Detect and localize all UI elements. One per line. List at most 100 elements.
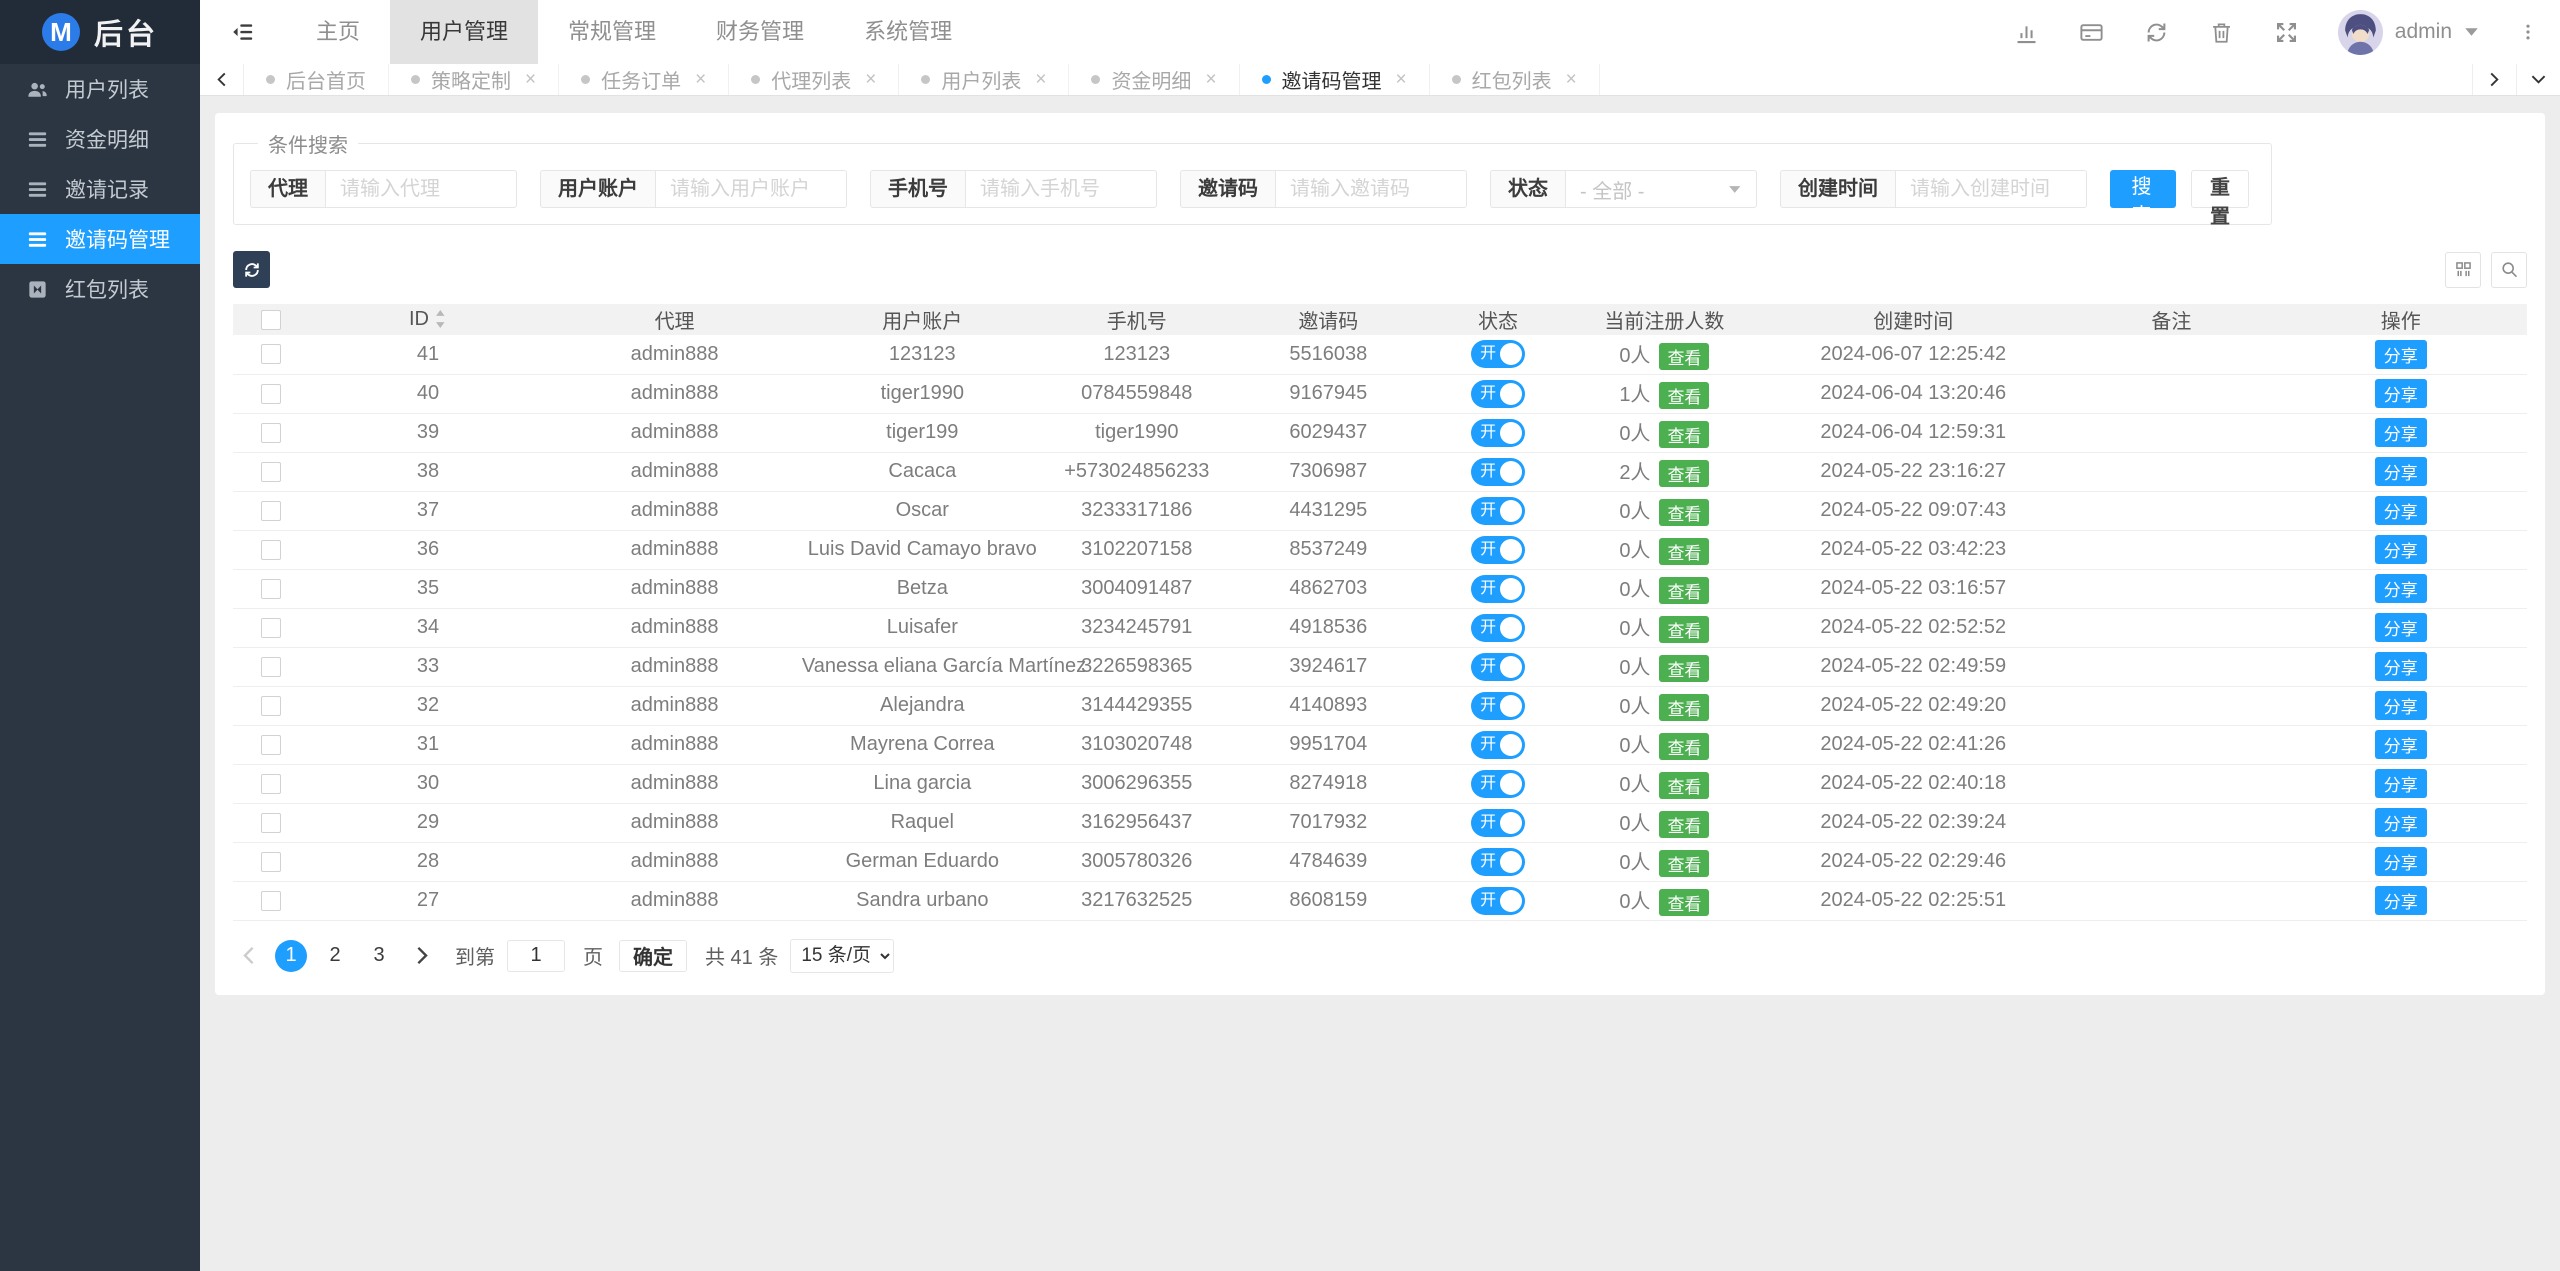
trash-icon[interactable] [2208,19,2235,46]
row-checkbox[interactable] [261,891,281,911]
status-toggle[interactable]: 开 [1471,731,1525,759]
view-registered-button[interactable]: 查看 [1659,655,1709,682]
sidebar-item-0[interactable]: 用户列表 [0,64,200,114]
share-button[interactable]: 分享 [2375,496,2427,525]
view-registered-button[interactable]: 查看 [1659,460,1709,487]
kebab-menu-icon[interactable] [2518,19,2538,45]
avatar[interactable] [2338,10,2383,55]
status-toggle[interactable]: 开 [1471,692,1525,720]
status-toggle[interactable]: 开 [1471,458,1525,486]
agent-input[interactable] [325,170,517,208]
row-checkbox[interactable] [261,540,281,560]
view-registered-button[interactable]: 查看 [1659,772,1709,799]
view-registered-button[interactable]: 查看 [1659,382,1709,409]
phone-input[interactable] [965,170,1157,208]
share-button[interactable]: 分享 [2375,340,2427,369]
row-checkbox[interactable] [261,579,281,599]
row-checkbox[interactable] [261,657,281,677]
status-toggle[interactable]: 开 [1471,653,1525,681]
tabs-scroll-left-button[interactable] [200,64,244,95]
share-button[interactable]: 分享 [2375,535,2427,564]
tab-5[interactable]: 资金明细× [1069,64,1239,95]
row-checkbox[interactable] [261,735,281,755]
reset-button[interactable]: 重置 [2191,170,2249,208]
status-toggle[interactable]: 开 [1471,575,1525,603]
tab-close-icon[interactable]: × [1035,69,1046,91]
row-checkbox[interactable] [261,501,281,521]
page-2-button[interactable]: 2 [319,940,351,972]
status-toggle[interactable]: 开 [1471,614,1525,642]
row-checkbox[interactable] [261,384,281,404]
share-button[interactable]: 分享 [2375,769,2427,798]
select-all-checkbox[interactable] [261,310,281,330]
tab-6[interactable]: 邀请码管理× [1240,64,1430,95]
share-button[interactable]: 分享 [2375,652,2427,681]
share-button[interactable]: 分享 [2375,379,2427,408]
fullscreen-icon[interactable] [2273,19,2300,46]
prev-page-button[interactable] [233,940,263,972]
share-button[interactable]: 分享 [2375,457,2427,486]
tab-2[interactable]: 任务订单× [559,64,729,95]
share-button[interactable]: 分享 [2375,886,2427,915]
sort-icon[interactable] [435,310,447,328]
view-registered-button[interactable]: 查看 [1659,850,1709,877]
create-time-input[interactable] [1895,170,2087,208]
tab-close-icon[interactable]: × [865,69,876,91]
row-checkbox[interactable] [261,774,281,794]
row-checkbox[interactable] [261,344,281,364]
table-refresh-button[interactable] [233,251,270,288]
tabs-scroll-right-button[interactable] [2472,64,2516,95]
sidebar-item-3[interactable]: 邀请码管理 [0,214,200,264]
next-page-button[interactable] [407,940,437,972]
page-1-button[interactable]: 1 [275,940,307,972]
status-toggle[interactable]: 开 [1471,380,1525,408]
tab-close-icon[interactable]: × [1396,69,1407,91]
nav-item-1[interactable]: 用户管理 [390,0,538,64]
view-registered-button[interactable]: 查看 [1659,733,1709,760]
tab-7[interactable]: 红包列表× [1430,64,1600,95]
view-registered-button[interactable]: 查看 [1659,499,1709,526]
tab-4[interactable]: 用户列表× [899,64,1069,95]
share-button[interactable]: 分享 [2375,808,2427,837]
view-registered-button[interactable]: 查看 [1659,421,1709,448]
share-button[interactable]: 分享 [2375,574,2427,603]
row-checkbox[interactable] [261,462,281,482]
user-account-input[interactable] [655,170,847,208]
nav-item-3[interactable]: 财务管理 [686,0,834,64]
col-0[interactable]: ID [309,304,548,335]
page-size-select[interactable]: 15 条/页 [790,939,894,973]
view-registered-button[interactable]: 查看 [1659,343,1709,370]
tab-close-icon[interactable]: × [525,69,536,91]
row-checkbox[interactable] [261,813,281,833]
status-toggle[interactable]: 开 [1471,848,1525,876]
sidebar-item-4[interactable]: 红包列表 [0,264,200,314]
user-menu[interactable]: admin [2338,10,2480,55]
view-registered-button[interactable]: 查看 [1659,538,1709,565]
row-checkbox[interactable] [261,618,281,638]
goto-page-input[interactable] [507,940,565,972]
search-button[interactable]: 搜索 [2110,170,2176,208]
invite-code-input[interactable] [1275,170,1467,208]
share-button[interactable]: 分享 [2375,613,2427,642]
nav-item-0[interactable]: 主页 [286,0,390,64]
tab-close-icon[interactable]: × [695,69,706,91]
row-checkbox[interactable] [261,852,281,872]
nav-item-4[interactable]: 系统管理 [834,0,982,64]
status-toggle[interactable]: 开 [1471,809,1525,837]
view-registered-button[interactable]: 查看 [1659,811,1709,838]
status-toggle[interactable]: 开 [1471,419,1525,447]
view-registered-button[interactable]: 查看 [1659,616,1709,643]
tab-1[interactable]: 策略定制× [389,64,559,95]
column-filter-button[interactable] [2445,252,2481,288]
sidebar-item-1[interactable]: 资金明细 [0,114,200,164]
status-toggle[interactable]: 开 [1471,340,1525,368]
collapse-menu-icon[interactable] [200,0,286,64]
table-search-button[interactable] [2491,252,2527,288]
tab-close-icon[interactable]: × [1205,69,1216,91]
credit-card-icon[interactable] [2078,19,2105,46]
tabs-menu-button[interactable] [2516,64,2560,95]
sidebar-item-2[interactable]: 邀请记录 [0,164,200,214]
status-toggle[interactable]: 开 [1471,536,1525,564]
share-button[interactable]: 分享 [2375,418,2427,447]
tab-3[interactable]: 代理列表× [729,64,899,95]
